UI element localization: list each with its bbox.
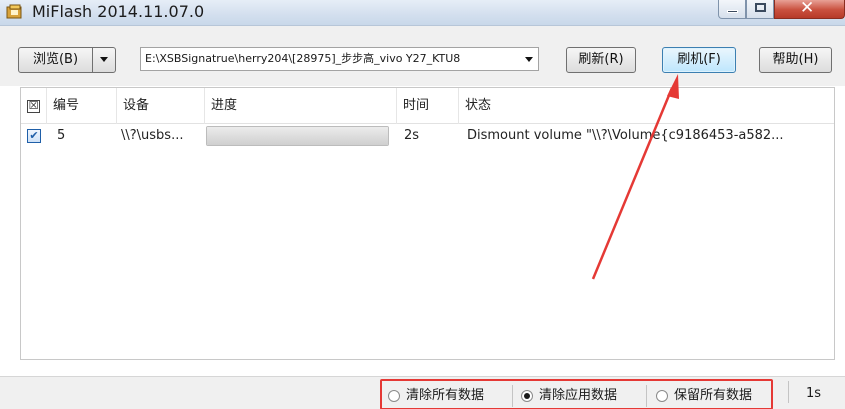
divider — [512, 385, 513, 407]
close-button[interactable]: ✕ — [774, 0, 845, 19]
chevron-down-icon — [100, 57, 108, 62]
chevron-down-icon[interactable] — [525, 57, 533, 62]
refresh-button[interactable]: 刷新(R) — [566, 47, 636, 73]
browse-dropdown-button[interactable] — [92, 47, 116, 73]
radio-dot[interactable] — [388, 390, 400, 402]
toolbar: 浏览(B) E:\XSBSignatrue\herry204\[28975]_步… — [0, 26, 845, 86]
header-select-all[interactable]: ☒ — [21, 88, 47, 124]
column-header-progress[interactable]: 进度 — [205, 88, 397, 124]
device-list: ☒ 编号 设备 进度 时间 状态 ✔ 5 \\?\usbs... 2s Dism… — [20, 87, 835, 360]
progress-fill — [207, 127, 388, 145]
divider — [788, 381, 789, 403]
row-time: 2s — [404, 128, 420, 143]
miflash-app-icon — [6, 4, 22, 19]
status-bar: 清除所有数据 清除应用数据 保留所有数据 1s — [0, 376, 845, 409]
minimize-icon — [727, 10, 738, 13]
radio-label: 保留所有数据 — [674, 388, 753, 403]
title-bar: MiFlash 2014.11.07.0 ✕ — [0, 0, 845, 26]
rom-path-combobox[interactable]: E:\XSBSignatrue\herry204\[28975]_步步高_viv… — [140, 47, 539, 71]
list-header: ☒ 编号 设备 进度 时间 状态 — [21, 88, 834, 124]
column-header-time[interactable]: 时间 — [397, 88, 459, 124]
rom-path-value: E:\XSBSignatrue\herry204\[28975]_步步高_viv… — [145, 52, 461, 65]
row-status: Dismount volume "\\?\Volume{c9186453-a58… — [467, 128, 784, 143]
help-button[interactable]: 帮助(H) — [759, 47, 832, 73]
row-checkbox[interactable]: ✔ — [27, 129, 41, 143]
radio-label: 清除所有数据 — [406, 388, 485, 403]
window-title: MiFlash 2014.11.07.0 — [32, 2, 205, 21]
row-device: \\?\usbs... — [121, 128, 184, 143]
column-header-id[interactable]: 编号 — [47, 88, 117, 124]
maximize-button[interactable] — [746, 0, 774, 19]
divider — [646, 385, 647, 407]
browse-button[interactable]: 浏览(B) — [18, 47, 93, 73]
select-all-checkbox[interactable]: ☒ — [27, 100, 40, 113]
minimize-button[interactable] — [718, 0, 746, 19]
column-header-device[interactable]: 设备 — [117, 88, 205, 124]
table-row[interactable]: ✔ 5 \\?\usbs... 2s Dismount volume "\\?\… — [21, 124, 834, 148]
row-progress-bar — [206, 126, 389, 146]
flash-button[interactable]: 刷机(F) — [662, 47, 736, 73]
elapsed-time: 1s — [806, 386, 822, 401]
close-icon: ✕ — [800, 0, 815, 18]
maximize-icon — [755, 3, 766, 12]
row-id: 5 — [57, 128, 66, 143]
column-header-status[interactable]: 状态 — [459, 88, 834, 124]
radio-dot[interactable] — [521, 390, 533, 402]
wipe-options-group: 清除所有数据 清除应用数据 保留所有数据 — [380, 379, 773, 409]
radio-label: 清除应用数据 — [539, 388, 618, 403]
radio-dot[interactable] — [656, 390, 668, 402]
